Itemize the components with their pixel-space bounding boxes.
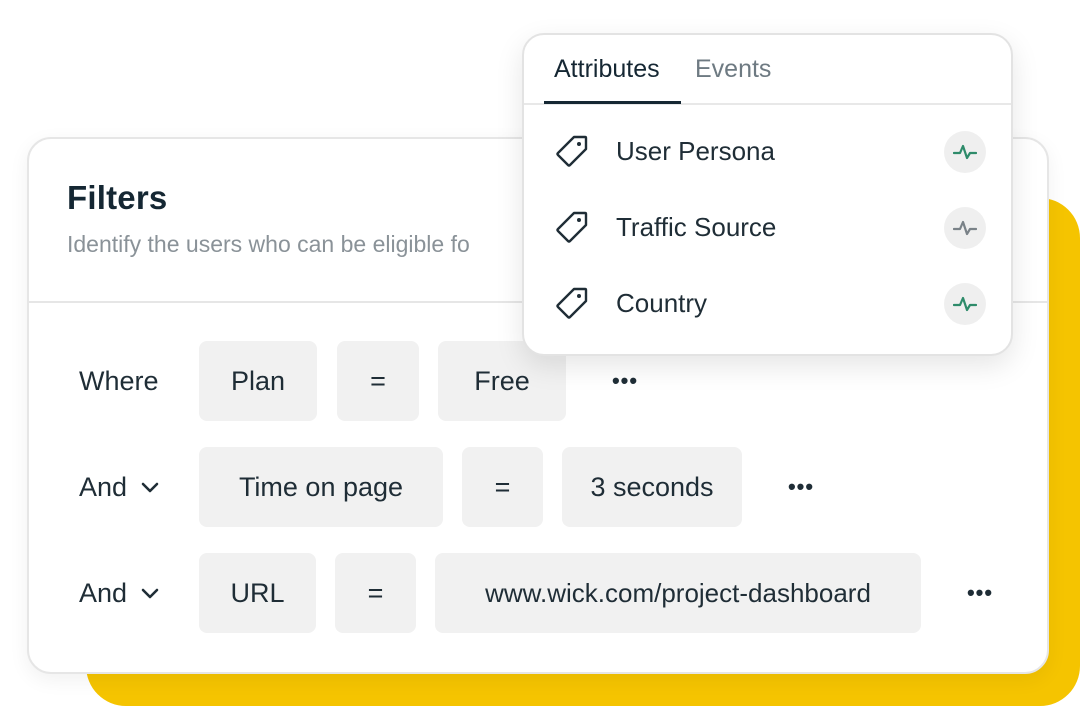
attribute-label: Traffic Source — [616, 211, 777, 242]
filter-row: And Time on page = 3 seconds ••• — [29, 447, 1047, 527]
tag-icon — [556, 287, 588, 319]
filter-row: And URL = www.wick.com/project-dashboard… — [29, 553, 1047, 633]
field-select[interactable]: URL — [199, 553, 316, 633]
attribute-item-traffic-source[interactable]: Traffic Source — [524, 197, 1011, 257]
value-input[interactable]: www.wick.com/project-dashboard — [435, 553, 921, 633]
chevron-down-icon — [141, 482, 159, 493]
tab-events[interactable]: Events — [695, 55, 771, 84]
more-options-button[interactable]: ••• — [781, 447, 821, 527]
conjunction-label: And — [79, 471, 128, 502]
tab-attributes[interactable]: Attributes — [554, 55, 660, 84]
conjunction-label: And — [79, 577, 128, 608]
activity-badge — [944, 283, 986, 325]
attribute-label: Country — [616, 287, 708, 318]
field-select[interactable]: Time on page — [199, 447, 443, 527]
conjunction-dropdown[interactable]: And — [79, 447, 161, 527]
attribute-item-user-persona[interactable]: User Persona — [524, 121, 1011, 181]
conjunction-dropdown[interactable]: And — [79, 553, 161, 633]
attribute-label: User Persona — [616, 135, 775, 166]
activity-icon — [953, 220, 977, 236]
condition-label: Where — [79, 341, 159, 421]
operator-select[interactable]: = — [335, 553, 416, 633]
activity-icon — [953, 144, 977, 160]
field-select[interactable]: Plan — [199, 341, 317, 421]
activity-icon — [953, 296, 977, 312]
condition-label-text: Where — [79, 365, 159, 396]
value-input[interactable]: 3 seconds — [562, 447, 742, 527]
tag-icon — [556, 135, 588, 167]
attribute-picker-popover: Attributes Events User Persona Traffic S… — [522, 33, 1013, 356]
chevron-down-icon — [141, 588, 159, 599]
active-tab-indicator — [544, 101, 681, 104]
attribute-item-country[interactable]: Country — [524, 273, 1011, 333]
operator-select[interactable]: = — [462, 447, 543, 527]
activity-badge — [944, 207, 986, 249]
more-options-button[interactable]: ••• — [960, 553, 1000, 633]
activity-badge — [944, 131, 986, 173]
tag-icon — [556, 211, 588, 243]
filters-title: Filters — [67, 179, 168, 216]
operator-select[interactable]: = — [337, 341, 419, 421]
filters-subtitle: Identify the users who can be eligible f… — [67, 231, 470, 257]
